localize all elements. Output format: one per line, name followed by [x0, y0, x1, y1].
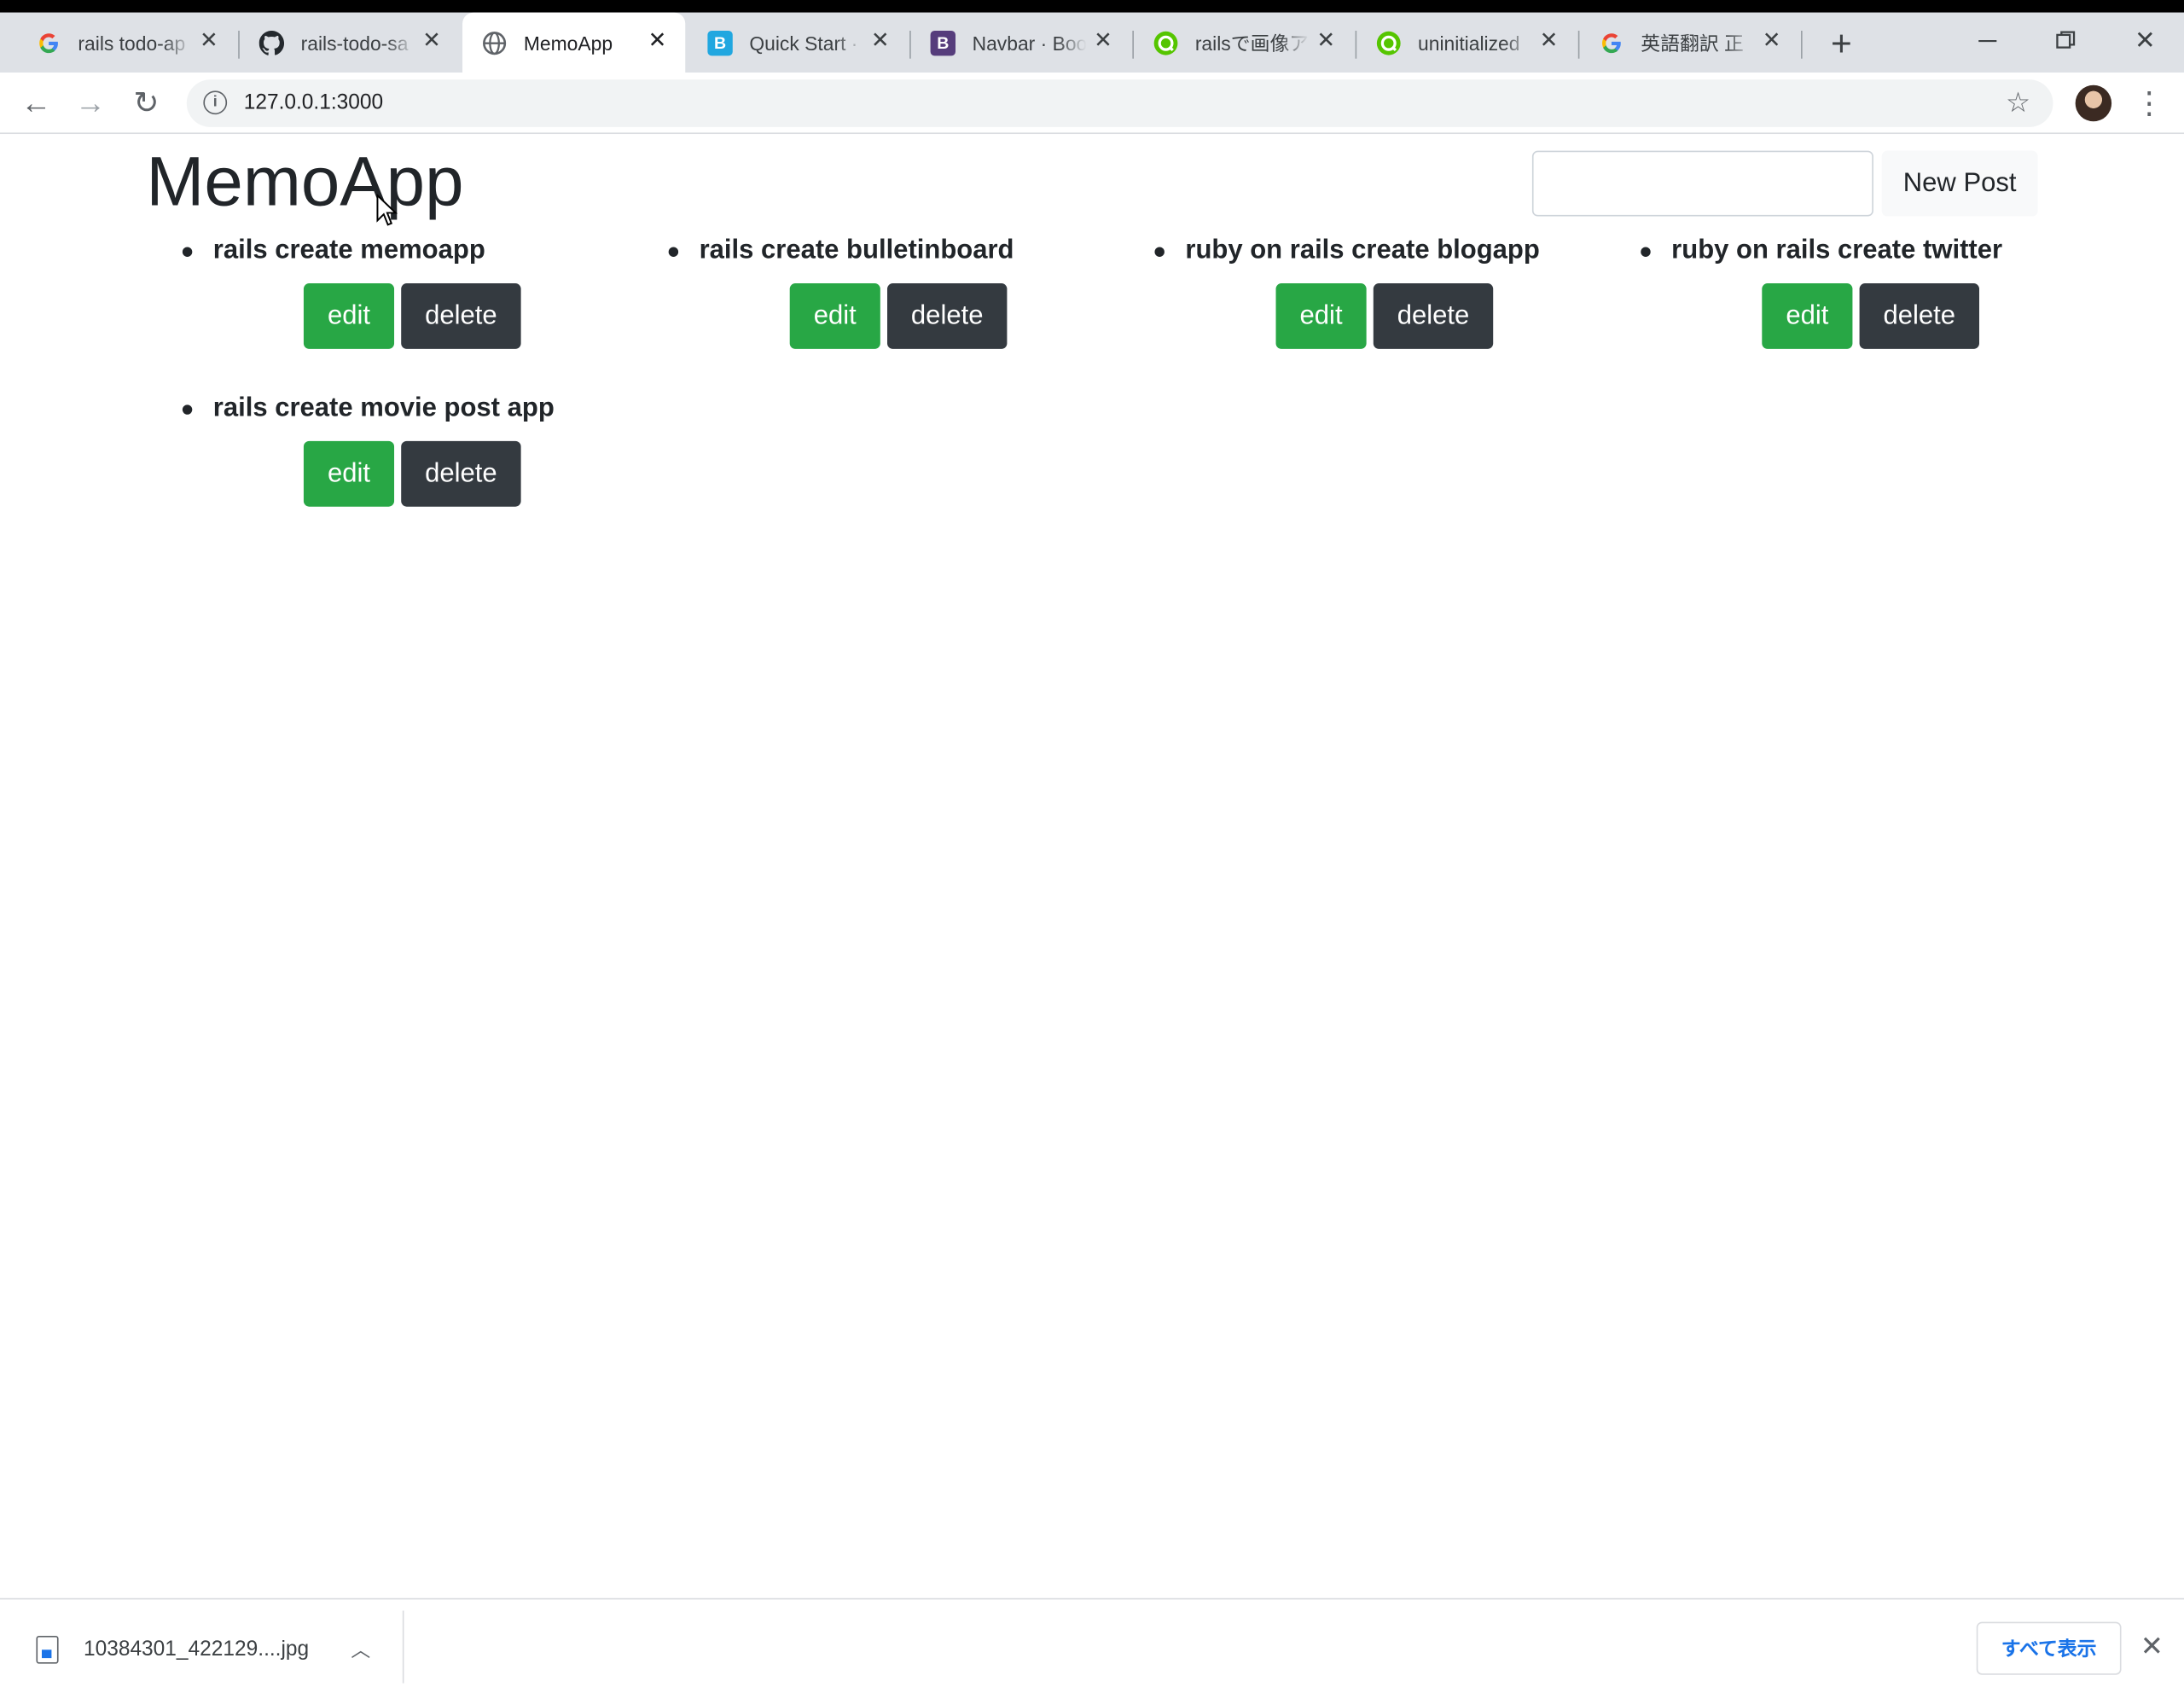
- edit-button[interactable]: edit: [303, 283, 395, 349]
- delete-button[interactable]: delete: [887, 283, 1008, 349]
- tab-title: Navbar · Boo: [972, 31, 1087, 54]
- memo-title: rails create movie post app: [212, 393, 555, 423]
- edit-button[interactable]: edit: [1275, 283, 1367, 349]
- delete-button[interactable]: delete: [1859, 283, 1979, 349]
- tab-rails-todo-app[interactable]: rails todo-ap ✕: [17, 13, 237, 73]
- tab-divider: [1801, 30, 1803, 59]
- google-icon: [1599, 30, 1623, 55]
- delete-button[interactable]: delete: [401, 440, 521, 507]
- edit-button[interactable]: edit: [303, 440, 395, 507]
- tab-close-icon[interactable]: ✕: [195, 28, 224, 56]
- bootstrap-icon: B: [707, 30, 733, 55]
- tab-close-icon[interactable]: ✕: [1089, 28, 1118, 56]
- tab-strip: rails todo-ap ✕ rails-todo-sa ✕ MemoApp …: [0, 12, 2184, 73]
- new-post-button[interactable]: New Post: [1881, 150, 2038, 217]
- tab-uninitialized[interactable]: uninitialized ✕: [1356, 13, 1577, 73]
- image-file-icon: [36, 1635, 59, 1664]
- url-text: 127.0.0.1:3000: [243, 90, 384, 115]
- qiita-icon: [1153, 30, 1178, 55]
- info-icon[interactable]: i: [203, 90, 228, 115]
- kebab-menu-icon[interactable]: ⋮: [2134, 84, 2164, 123]
- tab-close-icon[interactable]: ✕: [1757, 28, 1786, 56]
- list-bullet: [668, 247, 679, 257]
- memo-title: rails create memoapp: [212, 236, 485, 265]
- qiita-icon: [1376, 30, 1401, 55]
- tab-title: MemoApp: [523, 31, 613, 54]
- search-input[interactable]: [1531, 150, 1873, 217]
- back-arrow-icon[interactable]: ←: [17, 84, 56, 123]
- tab-title: 英語翻訳 正: [1641, 31, 1744, 54]
- app-brand[interactable]: MemoApp: [146, 141, 463, 222]
- memo-item: rails create bulletinboard edit delete: [668, 235, 1145, 360]
- memo-item: ruby on rails create blogapp edit delete: [1154, 235, 1630, 360]
- browser-toolbar: ← → ↻ i 127.0.0.1:3000 ☆ ⋮: [0, 73, 2184, 135]
- forward-arrow-icon[interactable]: →: [71, 84, 110, 123]
- minimize-icon[interactable]: ─: [1966, 24, 2008, 57]
- chevron-up-icon[interactable]: ︿: [351, 1633, 370, 1667]
- list-bullet: [182, 247, 193, 257]
- download-file-name[interactable]: 10384301_422129....jpg: [84, 1633, 309, 1667]
- window-frame-top: [0, 0, 2184, 13]
- delete-button[interactable]: delete: [401, 283, 521, 349]
- memo-title: ruby on rails create twitter: [1671, 236, 2003, 265]
- tab-title: rails todo-ap: [78, 31, 186, 54]
- bookmark-star-icon[interactable]: ☆: [2006, 84, 2030, 123]
- window-close-icon[interactable]: ✕: [2124, 24, 2166, 57]
- github-icon: [258, 30, 285, 55]
- tab-title: rails-todo-sa: [300, 31, 409, 54]
- memo-item: rails create movie post app edit delete: [182, 393, 659, 518]
- delete-button[interactable]: delete: [1373, 283, 1494, 349]
- tab-close-icon[interactable]: ✕: [1312, 28, 1340, 56]
- tab-quick-start[interactable]: B Quick Start · ✕: [688, 13, 909, 73]
- memo-item: ruby on rails create twitter edit delete: [1641, 235, 2117, 360]
- tab-title: uninitialized: [1418, 31, 1520, 54]
- profile-avatar[interactable]: [2075, 84, 2112, 122]
- address-bar[interactable]: i 127.0.0.1:3000: [186, 79, 2053, 127]
- reload-icon[interactable]: ↻: [127, 84, 166, 123]
- list-bullet: [182, 404, 193, 415]
- globe-icon: [482, 30, 507, 55]
- bootstrap-purple-icon: B: [930, 30, 956, 55]
- download-bar: 10384301_422129....jpg ︿ すべて表示 ✕: [0, 1597, 2184, 1693]
- tab-close-icon[interactable]: ✕: [1535, 28, 1563, 56]
- browser-window: rails todo-ap ✕ rails-todo-sa ✕ MemoApp …: [0, 0, 2184, 1693]
- memo-item: rails create memoapp edit delete: [182, 235, 659, 360]
- tab-rails-image[interactable]: railsで画像ア ✕: [1134, 13, 1354, 73]
- memo-title: rails create bulletinboard: [699, 236, 1014, 265]
- close-icon[interactable]: ✕: [2138, 1627, 2166, 1667]
- memo-title: ruby on rails create blogapp: [1185, 236, 1540, 265]
- tab-close-icon[interactable]: ✕: [643, 28, 671, 56]
- tab-title: Quick Start ·: [749, 31, 858, 54]
- edit-button[interactable]: edit: [1762, 283, 1853, 349]
- tab-title: railsで画像ア: [1194, 31, 1310, 54]
- download-divider: [402, 1610, 404, 1684]
- tab-memoapp[interactable]: MemoApp ✕: [462, 12, 686, 73]
- new-tab-icon[interactable]: +: [1825, 25, 1858, 61]
- restore-icon[interactable]: [2045, 24, 2087, 57]
- tab-close-icon[interactable]: ✕: [418, 28, 446, 56]
- page-content: MemoApp New Post rails create memoapp ed…: [0, 135, 2184, 1597]
- list-bullet: [1641, 247, 1651, 257]
- show-all-downloads-button[interactable]: すべて表示: [1976, 1621, 2122, 1675]
- tab-navbar-bootstrap[interactable]: B Navbar · Boo ✕: [911, 13, 1131, 73]
- tab-close-icon[interactable]: ✕: [867, 28, 895, 56]
- edit-button[interactable]: edit: [789, 283, 880, 349]
- list-bullet: [1154, 247, 1165, 257]
- tab-english-translation[interactable]: 英語翻訳 正 ✕: [1579, 13, 1799, 73]
- google-icon: [36, 30, 61, 55]
- tab-rails-todo-sample[interactable]: rails-todo-sa ✕: [240, 13, 460, 73]
